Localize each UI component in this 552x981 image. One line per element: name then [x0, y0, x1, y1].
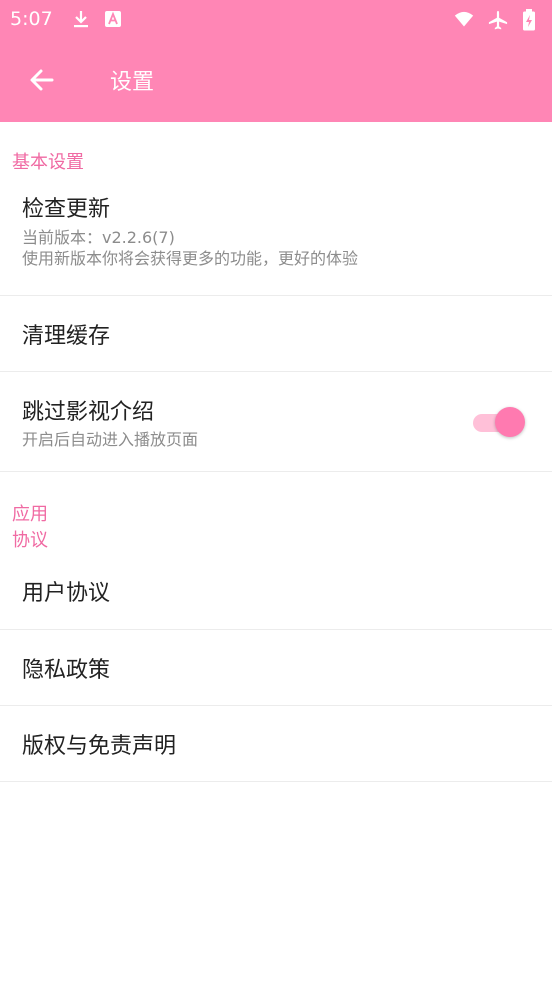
text-icon — [103, 9, 123, 29]
back-button[interactable] — [18, 56, 66, 104]
page-title: 设置 — [110, 70, 155, 95]
app-bar: 设置 — [0, 38, 552, 122]
check-update-title: 检查更新 — [22, 196, 111, 222]
arrow-left-icon — [30, 69, 54, 91]
copyright-item[interactable]: 版权与免责声明 — [0, 706, 552, 782]
skip-intro-toggle[interactable] — [473, 405, 525, 439]
section-header-agreement: 协议 — [12, 530, 48, 551]
clear-cache-item[interactable]: 清理缓存 — [0, 296, 552, 372]
toggle-thumb — [495, 406, 525, 437]
current-version-text: 当前版本：v2.2.6(7) — [22, 227, 175, 247]
privacy-policy-title: 隐私政策 — [22, 657, 111, 683]
airplane-icon — [488, 9, 508, 30]
status-bar: 5:07 — [0, 0, 552, 38]
status-time: 5:07 — [10, 8, 53, 30]
section-header-basic: 基本设置 — [12, 152, 84, 173]
clear-cache-title: 清理缓存 — [22, 323, 111, 349]
status-right-icons — [440, 9, 542, 31]
check-update-item[interactable]: 检查更新 当前版本：v2.2.6(7) 使用新版本你将会获得更多的功能，更好的体… — [0, 164, 552, 296]
download-icon — [71, 9, 91, 29]
battery-icon — [522, 9, 542, 31]
privacy-policy-item[interactable]: 隐私政策 — [0, 630, 552, 706]
skip-intro-item[interactable]: 跳过影视介绍 开启后自动进入播放页面 — [0, 372, 552, 472]
user-agreement-item[interactable]: 用户协议 — [0, 552, 552, 630]
wifi-icon — [454, 9, 474, 29]
section-header-app: 应用 — [12, 504, 48, 525]
user-agreement-title: 用户协议 — [22, 580, 111, 606]
copyright-title: 版权与免责声明 — [22, 733, 177, 759]
update-description: 使用新版本你将会获得更多的功能，更好的体验 — [22, 248, 359, 268]
